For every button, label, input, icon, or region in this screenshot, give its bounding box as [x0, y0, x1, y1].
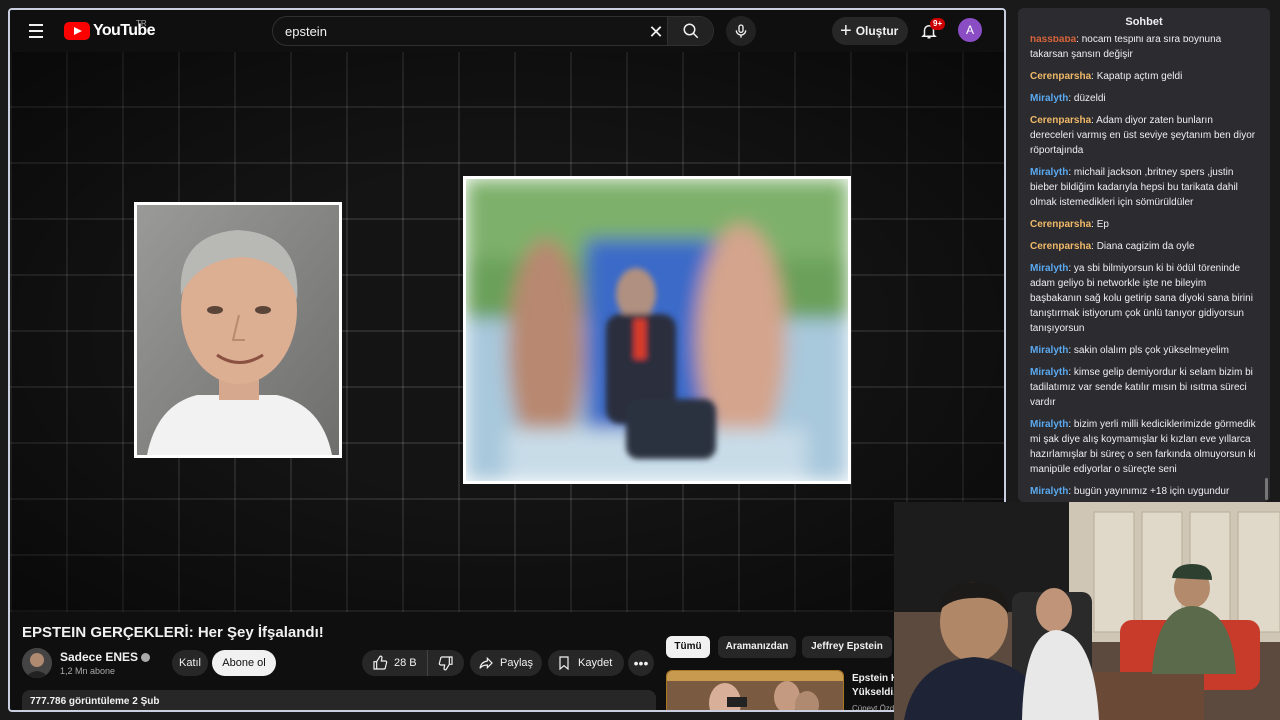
blurred-photo	[463, 176, 851, 484]
create-label: Oluştur	[855, 24, 899, 38]
like-count: 28 B	[394, 657, 417, 669]
chat-username[interactable]: Miralyth	[1030, 167, 1068, 178]
recommended-video-thumbnail[interactable]	[666, 670, 844, 710]
share-label: Paylaş	[500, 657, 534, 669]
chat-title: Sohbet	[1018, 8, 1270, 36]
region-code: TR	[136, 19, 147, 28]
search-icon	[683, 23, 698, 39]
chat-username[interactable]: Cerenparsha	[1030, 241, 1091, 252]
chat-message: Cerenparsha: Ep	[1030, 219, 1109, 230]
chat-panel: Sohbet hassbaba: hocam tespihi ara sıra …	[1018, 8, 1270, 502]
more-actions-button[interactable]: •••	[628, 650, 654, 676]
chip-from-search[interactable]: Aramanızdan	[718, 636, 796, 658]
chat-text: Diana cagizim da oyle	[1096, 241, 1195, 252]
chat-messages: hassbaba: hocam tespihi ara sıra boynuna…	[1030, 32, 1258, 502]
webcam-overlay	[894, 502, 1280, 720]
create-button[interactable]: + Oluştur	[832, 17, 908, 45]
youtube-play-icon	[64, 22, 90, 40]
share-button[interactable]: Paylaş	[470, 650, 542, 676]
thumbs-down-icon	[438, 656, 453, 671]
description-box[interactable]: 777.786 görüntüleme 2 Şub	[22, 690, 656, 710]
recommended-video-channel: Cünevt Özd	[852, 704, 895, 712]
chat-username[interactable]: Miralyth	[1030, 263, 1068, 274]
search-input[interactable]	[285, 21, 625, 41]
chat-text: Ep	[1096, 219, 1109, 230]
webcam-image	[894, 502, 1280, 720]
chat-username[interactable]: Cerenparsha	[1030, 219, 1091, 230]
chat-message: Miralyth: kimse gelip demiyordur ki sela…	[1030, 367, 1253, 408]
microphone-icon	[735, 24, 747, 38]
channel-avatar-image	[22, 648, 52, 678]
menu-icon	[29, 24, 43, 26]
chat-scrollbar[interactable]	[1265, 478, 1268, 500]
more-icon: •••	[633, 655, 649, 671]
portrait-photo	[134, 202, 342, 458]
save-button[interactable]: Kaydet	[548, 650, 624, 676]
chip-jeffrey-epstein[interactable]: Jeffrey Epstein	[802, 636, 892, 658]
search-box: ✕	[272, 16, 714, 46]
chat-text: bugün yayınımız +18 için uygundur	[1073, 486, 1230, 497]
clear-search-icon[interactable]: ✕	[645, 21, 667, 43]
channel-avatar[interactable]	[22, 648, 52, 678]
chat-username[interactable]: Cerenparsha	[1030, 115, 1091, 126]
dislike-button[interactable]	[428, 650, 464, 676]
chat-message: Miralyth: ya sbi bilmiyorsun ki bi ödül …	[1030, 263, 1253, 334]
thumbs-up-icon	[373, 655, 388, 670]
chip-all[interactable]: Tümü	[666, 636, 710, 658]
chat-message: Cerenparsha: Kapatıp açtım geldi	[1030, 71, 1183, 82]
chat-message: Miralyth: düzeldi	[1030, 93, 1106, 104]
blurred-image	[466, 179, 848, 481]
chat-message: Miralyth: bugün yayınımız +18 için uygun…	[1030, 486, 1230, 497]
share-icon	[479, 656, 493, 670]
join-button[interactable]: Katıl	[172, 650, 208, 676]
video-player[interactable]	[10, 52, 1004, 612]
thumbnail-image	[667, 671, 843, 710]
bookmark-icon	[559, 656, 569, 671]
subscribe-button[interactable]: Abone ol	[212, 650, 276, 676]
like-dislike-group: 28 B	[362, 650, 464, 676]
menu-button[interactable]	[26, 19, 50, 43]
channel-name[interactable]: Sadece ENES	[60, 650, 151, 664]
chat-message: Miralyth: bizim yerli milli kediciklerim…	[1030, 419, 1256, 475]
like-button[interactable]: 28 B	[362, 650, 428, 676]
search-button[interactable]	[667, 17, 713, 45]
youtube-window: YouTube TR ✕ + Oluştur	[8, 8, 1006, 712]
chat-username[interactable]: Miralyth	[1030, 93, 1068, 104]
chat-username[interactable]: Miralyth	[1030, 419, 1068, 430]
chat-message: Cerenparsha: Diana cagizim da oyle	[1030, 241, 1195, 252]
chat-message: Miralyth: michail jackson ,britney spers…	[1030, 167, 1238, 208]
plus-icon: +	[840, 20, 852, 42]
video-title: EPSTEIN GERÇEKLERİ: Her Şey İfşalandı!	[22, 624, 324, 641]
chat-username[interactable]: Miralyth	[1030, 486, 1068, 497]
chat-text: düzeldi	[1073, 93, 1106, 104]
account-avatar[interactable]: A	[958, 18, 982, 42]
chat-username[interactable]: Cerenparsha	[1030, 71, 1091, 82]
chat-message: Miralyth: sakin olalım pls çok yükselmey…	[1030, 345, 1229, 356]
view-count-date: 777.786 görüntüleme 2 Şub	[30, 696, 160, 707]
subscriber-count: 1,2 Mn abone	[60, 666, 116, 676]
video-info: EPSTEIN GERÇEKLERİ: Her Şey İfşalandı! S…	[10, 612, 1004, 712]
chat-username[interactable]: Miralyth	[1030, 345, 1068, 356]
save-label: Kaydet	[578, 657, 613, 669]
top-bar: YouTube TR ✕ + Oluştur	[10, 10, 1004, 52]
verified-icon	[141, 653, 151, 663]
voice-search-button[interactable]	[726, 16, 756, 46]
channel-name-text: Sadece ENES	[60, 650, 139, 664]
chat-username[interactable]: Miralyth	[1030, 367, 1068, 378]
chat-text: sakin olalım pls çok yükselmeyelim	[1073, 345, 1229, 356]
notification-badge: 9+	[930, 18, 946, 30]
chat-message: Cerenparsha: Adam diyor zaten bunların d…	[1030, 115, 1256, 156]
portrait-image	[137, 205, 339, 455]
chat-message: hassbaba: hocam tespihi ara sıra boynuna…	[1030, 34, 1222, 60]
chat-text: Kapatıp açtım geldi	[1096, 71, 1183, 82]
